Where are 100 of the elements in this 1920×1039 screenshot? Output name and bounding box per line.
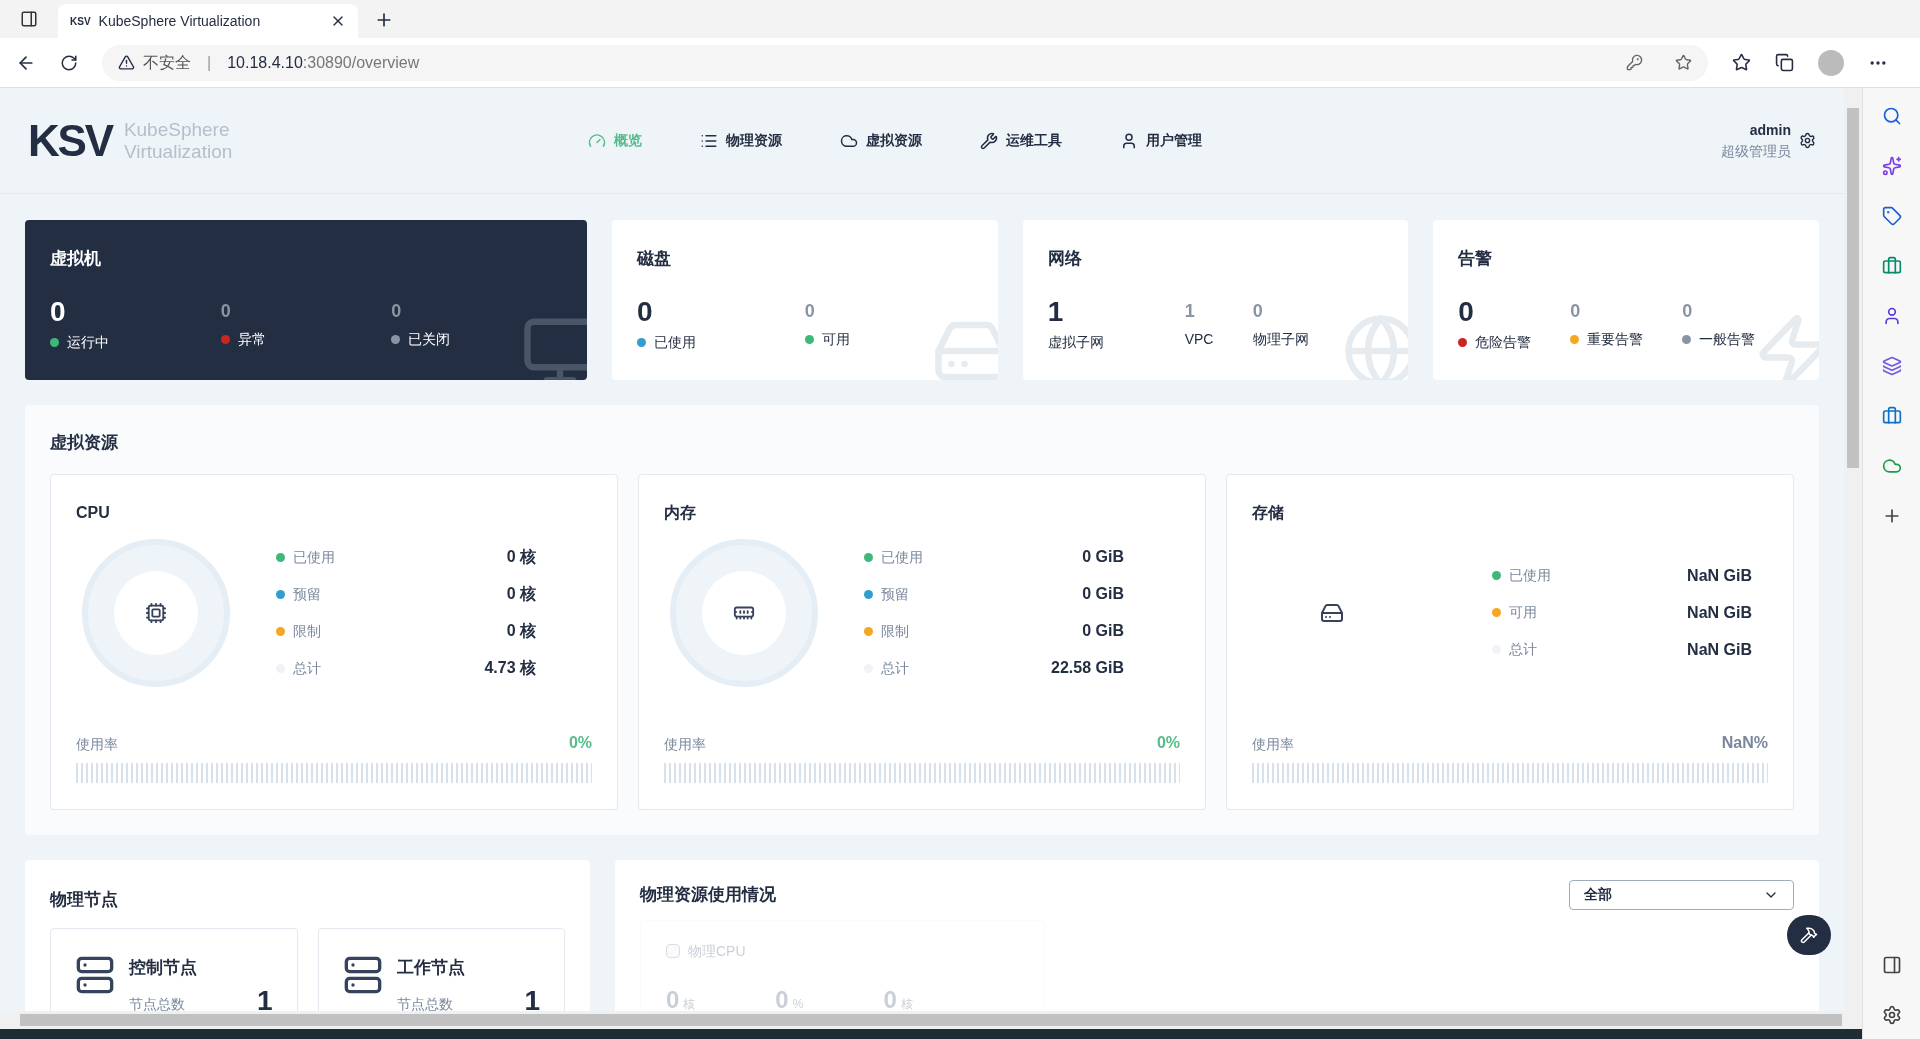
browser-tab[interactable]: KSV KubeSphere Virtualization	[58, 4, 358, 38]
stat-label: 虚拟子网	[1047, 332, 1104, 352]
stat-label: 物理子网	[1252, 329, 1309, 349]
nav-icon	[1120, 131, 1138, 150]
settings-icon[interactable]	[1881, 1005, 1902, 1025]
section-title: 物理资源使用情况	[640, 883, 776, 906]
legend-value: 0 核	[505, 621, 536, 641]
horizontal-scrollbar[interactable]	[0, 1011, 1862, 1029]
legend-value: 0 GiB	[1081, 584, 1124, 604]
favorites-icon[interactable]	[1732, 53, 1751, 72]
stat-value: 1	[1047, 297, 1065, 326]
sparkle-icon[interactable]	[1881, 156, 1902, 176]
node-count: 1	[524, 986, 540, 1011]
summary-card[interactable]: 告警 0 危险告警 0 重要告警 0 一般告警	[1433, 220, 1819, 380]
stat-label: 可用	[821, 329, 850, 349]
summary-card[interactable]: 虚拟机 0 运行中 0 异常 0 已关闭	[25, 220, 587, 380]
legend-value: NaN GiB	[1686, 602, 1752, 623]
layers-icon[interactable]	[1881, 356, 1902, 376]
legend-label: 预留	[293, 584, 322, 604]
stat-label: VPC	[1184, 329, 1214, 349]
legend-value: 0 核	[505, 547, 536, 567]
nav-item[interactable]: 用户管理	[1120, 130, 1202, 151]
node-count: 1	[256, 986, 273, 1011]
card-title: 告警	[1458, 248, 1494, 270]
url-text: 10.18.4.10:30890/overview	[227, 52, 420, 73]
card-title: CPU	[76, 502, 111, 523]
chip-icon	[145, 601, 167, 624]
legend-value: NaN GiB	[1686, 639, 1752, 660]
address-field[interactable]: 不安全 | 10.18.4.10:30890/overview	[102, 44, 1708, 81]
tag-icon[interactable]	[1881, 206, 1902, 226]
tool-button[interactable]	[1787, 914, 1831, 955]
legend-label: 已使用	[293, 547, 336, 567]
stat-value: 0	[804, 301, 816, 320]
usage-label: 使用率	[1252, 734, 1294, 754]
panel-icon[interactable]	[1881, 955, 1902, 975]
key-icon[interactable]	[1626, 54, 1643, 71]
stat-label: 一般告警	[1699, 329, 1756, 349]
stat-value: 1	[1184, 301, 1196, 320]
card-title: 存储	[1252, 502, 1285, 523]
tab-actions-icon[interactable]	[20, 10, 38, 28]
stat-value: 0	[1458, 297, 1475, 326]
usage-label: 使用率	[76, 734, 118, 754]
brand-name: KubeSphere Virtualization	[123, 118, 233, 163]
filter-select[interactable]: 全部	[1569, 879, 1794, 910]
node-label: 节点总数	[129, 994, 185, 1011]
legend-value: 0 GiB	[1081, 547, 1124, 567]
section-title: 物理节点	[50, 888, 119, 911]
user-name: admin	[1749, 120, 1791, 140]
tab-title: KubeSphere Virtualization	[98, 11, 262, 31]
separator: |	[207, 52, 212, 73]
card-title: 虚拟机	[50, 248, 102, 270]
summary-card[interactable]: 磁盘 0 已使用 0 可用	[612, 220, 998, 380]
stat-value: 0	[391, 301, 403, 320]
stat-value: 0	[1570, 301, 1582, 320]
stat-value: 0	[1682, 301, 1694, 320]
reload-icon[interactable]	[60, 53, 78, 72]
briefcase-icon[interactable]	[1881, 256, 1902, 276]
summary-card[interactable]: 网络 1 虚拟子网 1 VPC 0 物理子网	[1022, 220, 1409, 380]
legend-label: 已使用	[881, 547, 924, 567]
server-icon	[75, 955, 115, 995]
nav-item[interactable]: 虚拟资源	[840, 130, 922, 151]
logo[interactable]: KSV	[28, 118, 112, 163]
legend-value: NaN GiB	[1686, 565, 1752, 586]
nav-icon	[980, 131, 998, 150]
security-label: 不安全	[143, 52, 191, 73]
legend-label: 限制	[293, 621, 322, 641]
legend-label: 可用	[1509, 603, 1538, 622]
section-title: 虚拟资源	[50, 432, 119, 454]
settings-icon[interactable]	[1799, 132, 1816, 149]
collections-icon[interactable]	[1775, 53, 1794, 72]
card-title: 磁盘	[637, 248, 672, 270]
user-role: 超级管理员	[1721, 141, 1791, 161]
legend-label: 总计	[881, 658, 910, 678]
hammer-icon	[1800, 925, 1818, 944]
stat-label: 运行中	[67, 332, 109, 352]
nav-item[interactable]: 运维工具	[980, 130, 1062, 151]
legend-label: 总计	[293, 658, 322, 678]
tab-favicon: KSV	[70, 14, 91, 29]
legend-value: 4.73 核	[483, 658, 536, 678]
usage-value: 0%	[568, 732, 592, 753]
search-icon[interactable]	[1881, 106, 1902, 126]
stat-value: 0	[1252, 301, 1264, 320]
stat-value: 0	[220, 301, 232, 320]
vertical-scrollbar[interactable]	[1844, 88, 1862, 1011]
stat-value: 0	[637, 297, 654, 326]
stat-label: 已关闭	[408, 329, 451, 349]
legend-label: 已使用	[1509, 566, 1552, 585]
usage-value: NaN%	[1721, 732, 1768, 753]
favorite-icon[interactable]	[1675, 54, 1692, 71]
stat-label: 异常	[237, 329, 266, 349]
stat-label: 已使用	[654, 332, 696, 352]
stat-value: 0	[50, 297, 67, 326]
nav-item[interactable]: 物理资源	[700, 130, 782, 151]
legend-label: 限制	[881, 621, 910, 641]
card-title: 内存	[664, 502, 697, 523]
usage-label: 使用率	[664, 734, 706, 754]
legend-value: 0 核	[505, 584, 536, 604]
legend-label: 预留	[881, 584, 910, 604]
warning-icon	[118, 54, 135, 71]
nav-icon	[588, 131, 606, 150]
